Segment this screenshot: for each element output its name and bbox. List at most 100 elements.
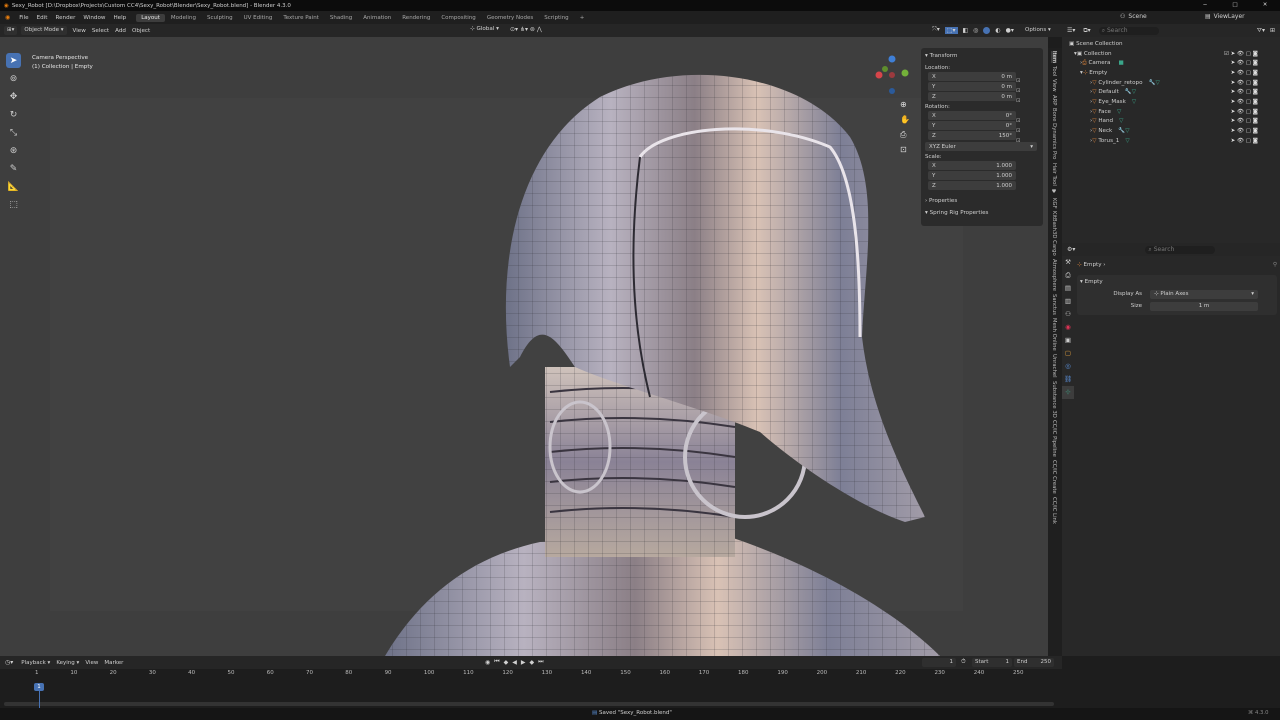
outliner-item-face[interactable]: › ▽ Face ▽ ➤ 👁 ▢ ◙	[1062, 107, 1280, 117]
location-x-field[interactable]: X 0 m	[928, 72, 1016, 81]
object-mode-dropdown[interactable]: Object Mode ▾	[21, 26, 67, 35]
marker-menu[interactable]: Marker	[104, 660, 123, 666]
tab-ccic-pipeline[interactable]: CC/IC Pipeline	[1051, 420, 1057, 457]
location-y-field[interactable]: Y 0 m	[928, 82, 1016, 91]
world-tab-icon[interactable]: ◉	[1062, 321, 1074, 334]
lock-icon[interactable]: ⊡	[1016, 136, 1021, 146]
outliner-item-cylinder-retopo[interactable]: › ▽ Cylinder_retopo 🔧 ▽ ➤ 👁 ▢ ◙	[1062, 78, 1280, 88]
location-z-field[interactable]: Z 0 m	[928, 92, 1016, 101]
prev-keyframe-icon[interactable]: ◆	[504, 659, 509, 666]
tab-uv-editing[interactable]: UV Editing	[239, 14, 278, 22]
tab-hair-tool[interactable]: Hair Tool	[1051, 163, 1057, 186]
visibility-toggles[interactable]: ➤ 👁 ▢ ◙	[1231, 70, 1258, 76]
menu-edit[interactable]: Edit	[33, 15, 52, 21]
blender-menu-icon[interactable]: ◉	[0, 14, 15, 21]
outliner-item-torus-1[interactable]: › ▽ Torus_1 ▽ ➤ 👁 ▢ ◙	[1062, 136, 1280, 146]
jump-end-icon[interactable]: ⏭	[538, 658, 543, 666]
view-menu[interactable]: View	[73, 28, 86, 34]
outliner-item-neck[interactable]: › ▽ Neck 🔧 ▽ ➤ 👁 ▢ ◙	[1062, 126, 1280, 136]
outliner-item-collection[interactable]: ▾ ▣ Collection ☑ ➤ 👁 ▢ ◙	[1062, 49, 1280, 59]
rotation-x-field[interactable]: X 0°	[928, 111, 1016, 120]
filter-icon[interactable]: ⛛▾	[1257, 27, 1265, 35]
visibility-toggles[interactable]: ➤ 👁 ▢ ◙	[1231, 80, 1258, 86]
visibility-toggles[interactable]: ☑ ➤ 👁 ▢ ◙	[1224, 51, 1258, 57]
output-tab-icon[interactable]: ▤	[1062, 282, 1074, 295]
scene-selector[interactable]: ⚇ Scene	[1120, 13, 1147, 20]
jump-start-icon[interactable]: ⏮	[494, 658, 499, 666]
tab-sculpting[interactable]: Sculpting	[202, 14, 238, 22]
lock-icon[interactable]: ⊡	[1016, 126, 1021, 136]
lock-icon[interactable]: ⊡	[1016, 96, 1021, 106]
select-tool-icon[interactable]: ➤	[6, 53, 21, 68]
scene-tab-icon[interactable]: ⚇	[1062, 308, 1074, 321]
editor-type-icon[interactable]: ☰▾	[1067, 27, 1075, 34]
new-collection-icon[interactable]: ⊞	[1270, 27, 1275, 34]
tab-atmosphere[interactable]: Atmosphere	[1051, 259, 1057, 291]
close-button[interactable]: ✕	[1250, 0, 1280, 11]
annotate-tool-icon[interactable]: ✎	[6, 161, 21, 176]
tab-bone-dynamics-pro[interactable]: Bone Dynamics Pro	[1051, 108, 1057, 159]
tab-substance-3d[interactable]: Substance 3D	[1051, 381, 1057, 418]
outliner-item-scene-collection[interactable]: ▣ Scene Collection	[1062, 39, 1280, 49]
overlay-toggle-icon[interactable]: ⬚▾	[944, 26, 958, 34]
empty-panel-header[interactable]: ▾ Empty	[1080, 277, 1274, 286]
playback-menu[interactable]: Playback ▾	[21, 660, 50, 666]
object-data-tab-icon[interactable]: ⊹	[1062, 386, 1074, 399]
visibility-toggles[interactable]: ➤ 👁 ▢ ◙	[1231, 89, 1258, 95]
timeline-scrollbar[interactable]	[4, 702, 1054, 706]
scale-z-field[interactable]: Z 1.000	[928, 181, 1016, 190]
add-menu[interactable]: Add	[115, 28, 126, 34]
next-keyframe-icon[interactable]: ◆	[530, 659, 535, 666]
constraints-tab-icon[interactable]: ⛓	[1062, 373, 1074, 386]
physics-tab-icon[interactable]: ◎	[1062, 360, 1074, 373]
tab-scripting[interactable]: Scripting	[539, 14, 573, 22]
lock-icon[interactable]: ⊡	[1016, 116, 1021, 126]
tab-mesh-online[interactable]: Mesh Online	[1051, 318, 1057, 351]
pivot-icon[interactable]: ⊙▾ ⋔▾ ⊚ ⋀	[510, 26, 542, 33]
size-field[interactable]: 1 m	[1150, 301, 1258, 311]
tab-sanctus[interactable]: Sanctus	[1051, 294, 1057, 315]
tab-item[interactable]: Item	[1051, 51, 1057, 64]
select-menu[interactable]: Select	[92, 28, 109, 34]
editor-type-icon[interactable]: ◷▾	[5, 659, 13, 666]
tab-geometry-nodes[interactable]: Geometry Nodes	[482, 14, 538, 22]
tab-unrachel[interactable]: Unrachel	[1051, 354, 1057, 378]
tab-ccic-link[interactable]: CC/IC Link	[1051, 497, 1057, 524]
visibility-toggles[interactable]: ➤ 👁 ▢ ◙	[1231, 118, 1258, 124]
rotate-tool-icon[interactable]: ↻	[6, 107, 21, 122]
start-frame-field[interactable]: Start 1	[972, 658, 1012, 667]
lock-icon[interactable]: ⊡	[1016, 76, 1021, 86]
editor-type-icon[interactable]: ⊞▾	[4, 26, 18, 35]
shading-rendered-icon[interactable]: ●▾	[1006, 27, 1014, 34]
xray-toggle-icon[interactable]: ◧	[963, 27, 969, 34]
outliner-search-input[interactable]: ⌕ Search	[1098, 26, 1159, 35]
visibility-toggles[interactable]: ➤ 👁 ▢ ◙	[1231, 138, 1258, 144]
render-tab-icon[interactable]: ⎙	[1062, 269, 1074, 282]
tab-view[interactable]: View	[1051, 79, 1057, 92]
scale-x-field[interactable]: X 1.000	[928, 161, 1016, 170]
transform-panel-header[interactable]: ▾ Transform	[925, 51, 1039, 60]
tab-tool[interactable]: Tool	[1051, 66, 1057, 76]
view-menu[interactable]: View	[85, 660, 98, 666]
properties-panel-header[interactable]: › Properties	[925, 196, 1039, 206]
tab-modeling[interactable]: Modeling	[166, 14, 201, 22]
lock-icon[interactable]: ⊡	[1016, 86, 1021, 96]
spring-rig-panel-header[interactable]: ▾ Spring Rig Properties	[925, 208, 1039, 218]
move-tool-icon[interactable]: ✥	[6, 89, 21, 104]
add-cube-tool-icon[interactable]: ⬚	[6, 197, 21, 212]
lock-icon[interactable]: ⊡	[900, 142, 910, 157]
visibility-toggles[interactable]: ➤ 👁 ▢ ◙	[1231, 99, 1258, 105]
gizmo-toggle-icon[interactable]: ⤧▾	[932, 26, 940, 34]
menu-window[interactable]: Window	[79, 15, 109, 21]
properties-search-input[interactable]: ⌕ Search	[1145, 245, 1216, 254]
tab-compositing[interactable]: Compositing	[436, 14, 480, 22]
keying-menu[interactable]: Keying ▾	[56, 660, 79, 666]
visibility-toggles[interactable]: ➤ 👁 ▢ ◙	[1231, 109, 1258, 115]
display-mode-icon[interactable]: ⧉▾	[1083, 27, 1090, 35]
record-icon[interactable]: ◉	[485, 659, 490, 666]
stopwatch-icon[interactable]: ⏱	[961, 658, 966, 666]
tab-kitbash3d-cargo[interactable]: KitBash3D Cargo	[1051, 211, 1057, 256]
current-frame-field[interactable]: 1	[922, 658, 956, 667]
shading-material-icon[interactable]: ◐	[995, 27, 1000, 34]
tab-addon-icon[interactable]: ♥	[1051, 189, 1057, 195]
